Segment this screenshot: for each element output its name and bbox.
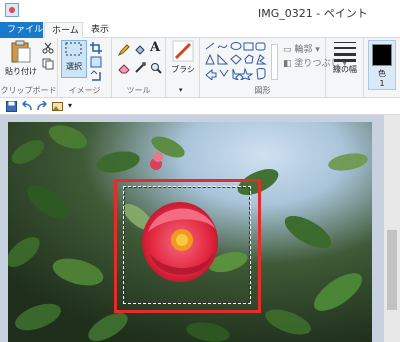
fill-icon: ◧ — [283, 59, 295, 69]
color1-button[interactable]: 色 1 — [368, 40, 396, 90]
color-picker-icon[interactable] — [134, 62, 146, 74]
clipboard-group-label: クリップボード — [0, 86, 57, 95]
ribbon-tabs: ファイル ホーム 表示 — [0, 22, 400, 38]
paint-app-icon[interactable] — [5, 3, 19, 17]
resize-icon[interactable] — [90, 56, 102, 68]
tab-home[interactable]: ホーム — [44, 22, 83, 38]
customize-toolbar-icon[interactable]: ▾ — [68, 101, 72, 110]
magnifier-icon[interactable] — [150, 62, 162, 74]
size-label: 線の幅 — [333, 65, 357, 74]
quick-access-toolbar: ▾ — [0, 99, 400, 115]
shapes-group-label: 図形 — [254, 86, 271, 95]
image-group: 選択 イメージ — [58, 38, 112, 98]
picture-icon[interactable] — [52, 101, 63, 112]
shapes-gallery-icon[interactable] — [205, 42, 269, 80]
brushes-dropdown-icon[interactable]: ▾ — [179, 86, 183, 94]
size-button[interactable]: 線の幅 — [330, 40, 360, 75]
ribbon: 貼り付け クリップボード 選択 イメージ A ツール ブラシ ▾ ▭ 輪郭 ▾ … — [0, 38, 400, 98]
window-title: IMG_0321 - ペイント — [258, 7, 368, 20]
redo-icon[interactable] — [36, 101, 47, 112]
line-width-icon — [334, 42, 356, 62]
paste-button[interactable]: 貼り付け — [4, 40, 38, 77]
title-bar: IMG_0321 - ペイント — [0, 0, 400, 22]
clipboard-group: 貼り付け クリップボード — [0, 38, 58, 98]
rotate-icon[interactable] — [90, 70, 102, 82]
color1-swatch — [372, 44, 392, 66]
brush-icon — [172, 40, 194, 62]
tools-group-label: ツール — [126, 86, 151, 95]
shapes-group: ▭ 輪郭 ▾ ◧ 塗りつぶし ▾ 図形 — [200, 38, 347, 98]
color1-label: 色 — [378, 69, 386, 78]
tab-file[interactable]: ファイル — [0, 22, 43, 38]
vertical-scrollbar[interactable] — [384, 115, 400, 342]
color1-index: 1 — [379, 79, 385, 88]
brushes-label: ブラシ — [171, 65, 195, 74]
highlight-callout-box — [114, 179, 261, 313]
paste-label: 貼り付け — [5, 67, 37, 76]
fill-bucket-icon[interactable] — [134, 44, 146, 56]
shapes-scrollbar[interactable] — [271, 44, 278, 80]
undo-icon[interactable] — [22, 101, 33, 112]
save-icon[interactable] — [6, 101, 17, 112]
select-label: 選択 — [66, 62, 82, 71]
outline-icon: ▭ — [283, 45, 295, 55]
image-group-label: イメージ — [68, 86, 101, 95]
clipboard-icon — [11, 40, 31, 63]
vertical-scrollbar-thumb[interactable] — [387, 230, 397, 310]
cut-icon[interactable] — [42, 42, 54, 54]
eraser-icon[interactable] — [118, 62, 130, 74]
copy-icon[interactable] — [42, 58, 54, 70]
selection-icon — [65, 42, 82, 56]
brushes-button[interactable]: ブラシ — [169, 40, 197, 75]
outline-label: 輪郭 — [294, 45, 313, 55]
outline-dropdown[interactable]: ▭ 輪郭 ▾ — [283, 42, 320, 55]
tab-view[interactable]: 表示 — [84, 22, 116, 38]
size-group: 線の幅 — [326, 38, 364, 98]
brushes-group: ブラシ ▾ — [166, 38, 200, 98]
pencil-icon[interactable] — [118, 44, 130, 56]
select-button[interactable]: 選択 — [61, 40, 87, 78]
tools-group: A ツール — [112, 38, 166, 98]
text-tool-icon[interactable]: A — [150, 41, 162, 54]
color1-group: 色 1 — [364, 38, 400, 98]
crop-icon[interactable] — [90, 42, 102, 54]
